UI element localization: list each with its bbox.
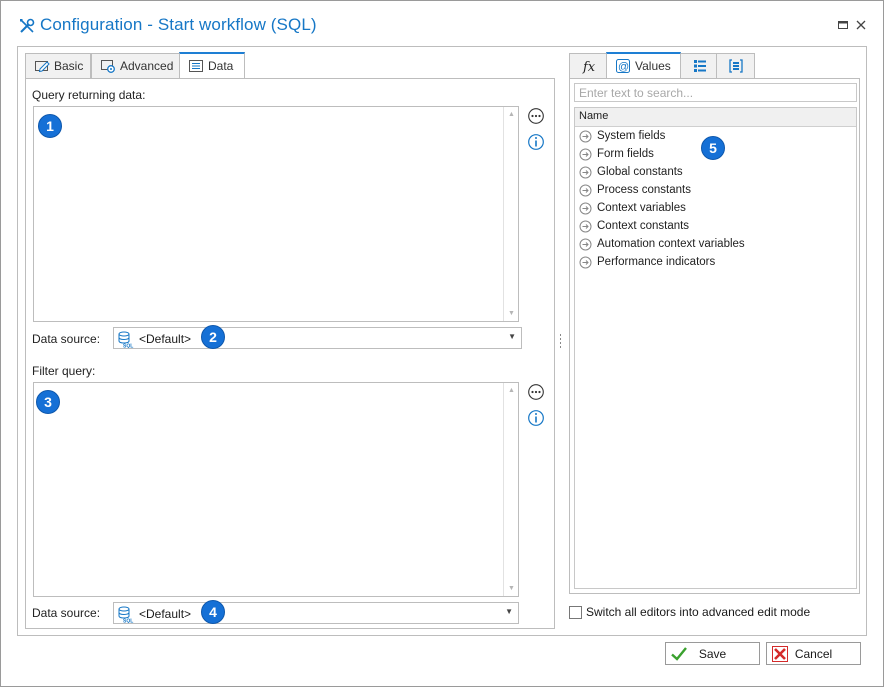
- values-tree: Name System fields Form fields Global co…: [574, 107, 857, 589]
- tab-values-label: Values: [635, 59, 671, 73]
- advanced-mode-checkbox[interactable]: [569, 605, 582, 619]
- tree-item-label: Automation context variables: [597, 238, 745, 250]
- pencil-form-icon: [35, 61, 50, 73]
- tab-values[interactable]: @ Values: [606, 52, 681, 78]
- query-editor[interactable]: ▲ ▼: [33, 106, 519, 322]
- sql-database-icon: SQL: [118, 606, 133, 624]
- arrow-circle-right-icon: [579, 238, 592, 250]
- callout-badge-3: 3: [36, 390, 60, 414]
- datasource-value: <Default>: [139, 332, 192, 346]
- tree-item-context-constants[interactable]: Context constants: [575, 217, 856, 235]
- tree-item-label: Global constants: [597, 166, 683, 178]
- name-column-header[interactable]: Name: [575, 108, 856, 127]
- title-bar: Configuration - Start workflow (SQL): [1, 1, 883, 47]
- data-list-icon: [189, 60, 203, 72]
- tree-item-label: Context constants: [597, 220, 690, 232]
- tab-list[interactable]: [680, 53, 717, 78]
- save-label: Save: [698, 646, 727, 661]
- arrow-circle-right-icon: [579, 130, 592, 142]
- tab-advanced-label: Advanced: [120, 59, 174, 73]
- values-panel: Name System fields Form fields Global co…: [569, 78, 860, 594]
- svg-text:fx: fx: [582, 60, 596, 74]
- tree-item-label: Process constants: [597, 184, 691, 196]
- tree-item-label: Performance indicators: [597, 256, 716, 268]
- tree-item-process-constants[interactable]: Process constants: [575, 181, 856, 199]
- svg-text:SQL: SQL: [123, 344, 133, 349]
- close-icon[interactable]: [855, 19, 867, 31]
- scroll-down-icon[interactable]: ▼: [508, 585, 515, 592]
- filter-label: Filter query:: [32, 364, 96, 378]
- filter-datasource-select[interactable]: SQL <Default> ▼: [113, 602, 519, 624]
- callout-badge-2: 2: [201, 325, 225, 349]
- tab-basic[interactable]: Basic: [25, 53, 91, 78]
- tree-item-automation-context-variables[interactable]: Automation context variables: [575, 235, 856, 253]
- info-icon[interactable]: [527, 409, 545, 427]
- filter-editor-scrollbar[interactable]: ▲ ▼: [503, 383, 518, 596]
- tab-functions[interactable]: fx: [569, 53, 607, 78]
- data-tab-panel: Query returning data: ▲ ▼ 1 Data source:: [25, 78, 555, 629]
- arrow-circle-right-icon: [579, 148, 592, 160]
- cancel-button[interactable]: Cancel: [766, 642, 861, 665]
- tree-item-label: Form fields: [597, 148, 654, 160]
- tab-advanced[interactable]: Advanced: [91, 53, 180, 78]
- scroll-up-icon[interactable]: ▲: [508, 111, 515, 118]
- tab-basic-label: Basic: [54, 59, 84, 73]
- save-button[interactable]: Save: [665, 642, 760, 665]
- tab-data[interactable]: Data: [179, 52, 245, 78]
- more-options-icon[interactable]: [527, 383, 545, 401]
- info-icon[interactable]: [527, 133, 545, 151]
- fx-icon: fx: [582, 60, 596, 74]
- at-sign-icon: @: [616, 59, 630, 73]
- splitter-grip-icon[interactable]: [559, 334, 562, 348]
- tree-item-label: Context variables: [597, 202, 686, 214]
- dialog-title: Configuration - Start workflow (SQL): [40, 15, 317, 34]
- tree-item-context-variables[interactable]: Context variables: [575, 199, 856, 217]
- main-area: Basic Advanced Data Query returning data…: [17, 46, 867, 636]
- filter-editor[interactable]: ▲ ▼: [33, 382, 519, 597]
- bracket-list-icon: [729, 59, 743, 73]
- tab-data-label: Data: [208, 59, 234, 73]
- datasource-select[interactable]: SQL <Default> ▼: [113, 327, 522, 349]
- svg-text:@: @: [618, 61, 629, 73]
- datasource-label: Data source:: [32, 332, 101, 346]
- arrow-circle-right-icon: [579, 220, 592, 232]
- arrow-circle-right-icon: [579, 256, 592, 268]
- arrow-circle-right-icon: [579, 166, 592, 178]
- more-options-icon[interactable]: [527, 107, 545, 125]
- chevron-down-icon[interactable]: ▼: [508, 332, 516, 341]
- svg-text:SQL: SQL: [123, 619, 133, 624]
- datasource2-value: <Default>: [139, 607, 192, 621]
- gear-form-icon: [101, 60, 115, 73]
- cancel-label: Cancel: [794, 646, 833, 661]
- maximize-icon[interactable]: [837, 19, 849, 31]
- callout-badge-4: 4: [201, 600, 225, 624]
- cancel-x-icon: [772, 646, 788, 662]
- query-editor-scrollbar[interactable]: ▲ ▼: [503, 107, 518, 321]
- callout-badge-5: 5: [701, 136, 725, 160]
- checkmark-icon: [671, 647, 687, 661]
- scroll-down-icon[interactable]: ▼: [508, 310, 515, 317]
- arrow-circle-right-icon: [579, 184, 592, 196]
- tree-item-label: System fields: [597, 130, 666, 142]
- advanced-mode-label: Switch all editors into advanced edit mo…: [586, 605, 811, 619]
- callout-badge-1: 1: [38, 114, 62, 138]
- arrow-circle-right-icon: [579, 202, 592, 214]
- list-icon: [694, 60, 706, 72]
- query-label: Query returning data:: [32, 88, 146, 102]
- tab-brackets[interactable]: [716, 53, 755, 78]
- tree-item-global-constants[interactable]: Global constants: [575, 163, 856, 181]
- scroll-up-icon[interactable]: ▲: [508, 387, 515, 394]
- search-input[interactable]: [574, 83, 857, 102]
- sql-database-icon: SQL: [118, 331, 133, 349]
- tree-item-performance-indicators[interactable]: Performance indicators: [575, 253, 856, 271]
- wrench-screwdriver-icon: [20, 18, 35, 33]
- configuration-dialog: Configuration - Start workflow (SQL) Bas…: [0, 0, 884, 687]
- datasource2-label: Data source:: [32, 606, 101, 620]
- advanced-mode-toggle[interactable]: Switch all editors into advanced edit mo…: [569, 605, 810, 619]
- chevron-down-icon[interactable]: ▼: [505, 607, 513, 616]
